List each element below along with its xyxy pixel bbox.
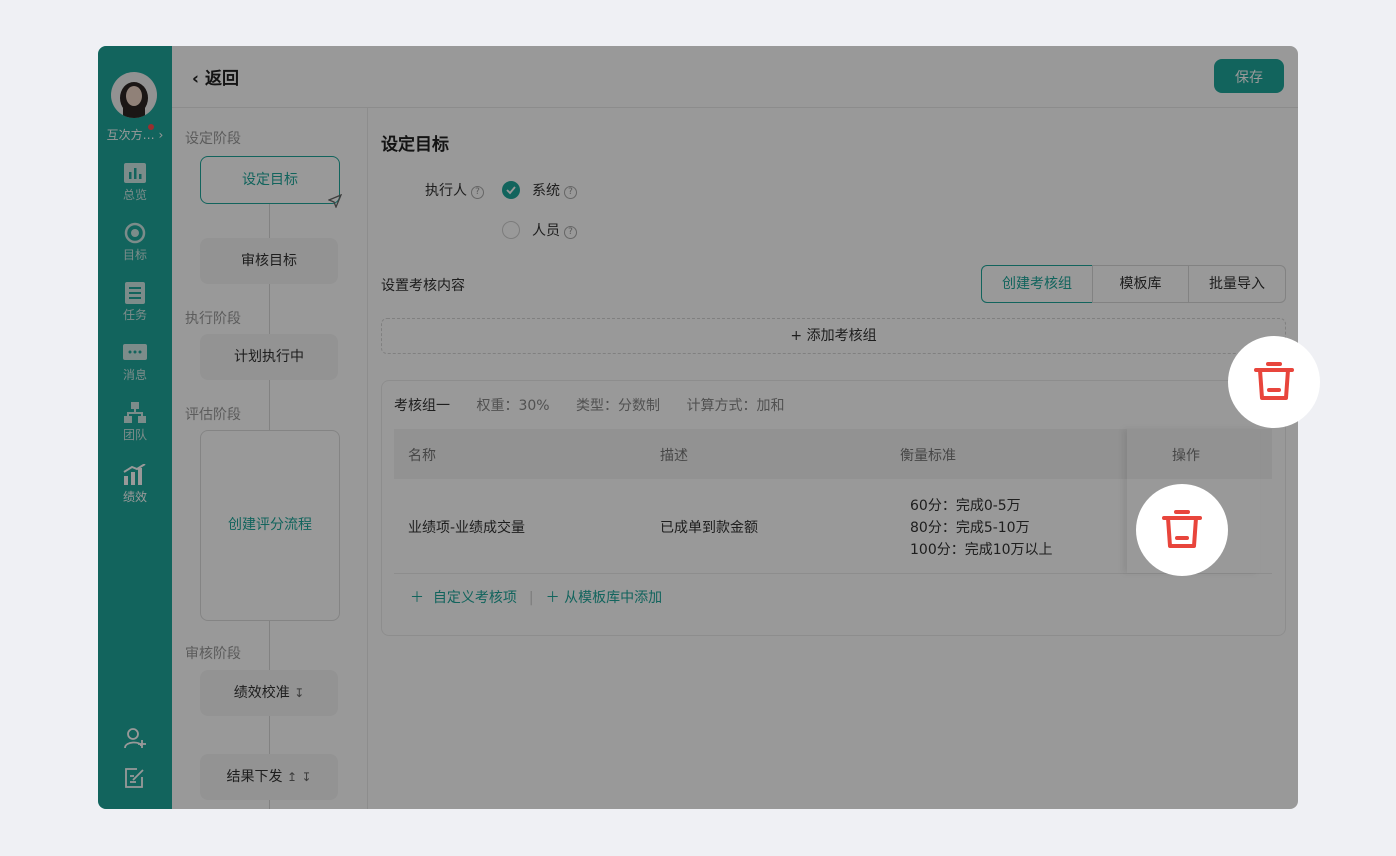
delete-group-button[interactable]: [1228, 336, 1320, 428]
delete-row-button[interactable]: [1136, 484, 1228, 576]
trash-icon: [1162, 510, 1202, 548]
trash-icon: [1254, 362, 1294, 400]
dim-overlay: [98, 46, 1298, 809]
